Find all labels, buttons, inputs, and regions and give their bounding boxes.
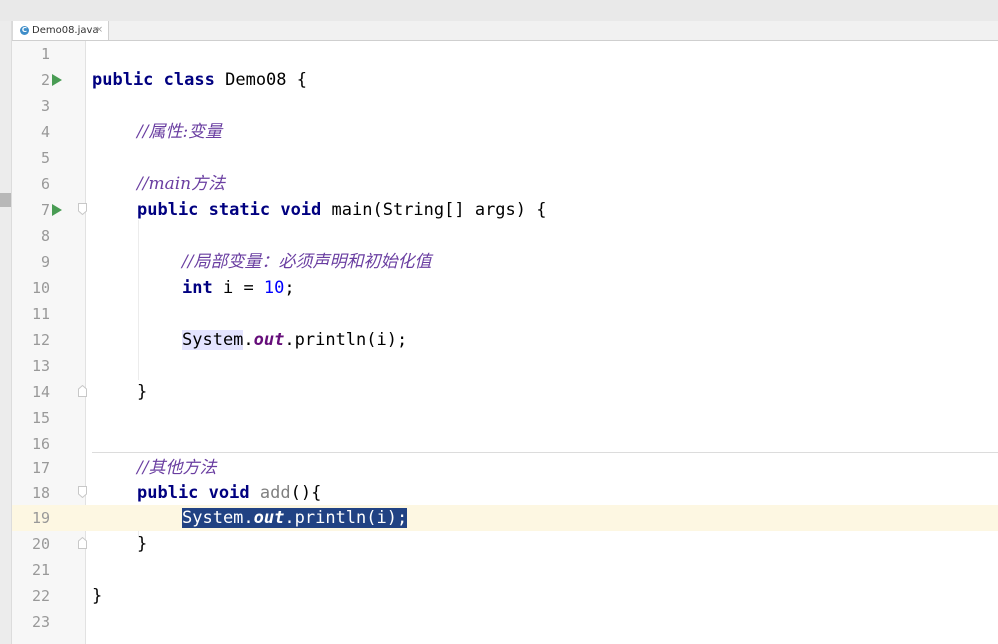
code-text: } bbox=[137, 534, 148, 554]
code-comment: //其他方法 bbox=[137, 458, 217, 478]
code-line[interactable]: 1 bbox=[12, 41, 998, 67]
code-line[interactable]: 13 bbox=[12, 353, 998, 379]
line-number: 22 bbox=[31, 587, 50, 605]
run-icon[interactable] bbox=[52, 204, 62, 216]
code-text: System.out.println(i); bbox=[182, 330, 408, 350]
line-number: 17 bbox=[31, 459, 50, 477]
code-text: public static void main(String[] args) { bbox=[137, 200, 547, 220]
tab-file-name: Demo08.java bbox=[32, 25, 99, 36]
line-number: 20 bbox=[31, 535, 50, 553]
line-number: 1 bbox=[40, 45, 50, 63]
code-text: } bbox=[137, 382, 148, 402]
code-line[interactable]: 12 System.out.println(i); bbox=[12, 327, 998, 353]
code-comment: //属性:变量 bbox=[137, 122, 223, 142]
line-number: 11 bbox=[31, 305, 50, 323]
code-text-selected[interactable]: System.out.println(i); bbox=[182, 505, 408, 531]
code-line[interactable]: 16 bbox=[12, 431, 998, 457]
code-line[interactable]: 21 bbox=[12, 557, 998, 583]
code-line[interactable]: 20 } bbox=[12, 531, 998, 557]
left-tool-strip bbox=[0, 21, 12, 644]
fold-end-icon[interactable] bbox=[78, 385, 87, 397]
code-comment: //main方法 bbox=[137, 174, 226, 194]
line-number: 23 bbox=[31, 613, 50, 631]
code-line[interactable]: 9 //局部变量：必须声明和初始化值 bbox=[12, 249, 998, 275]
line-number: 21 bbox=[31, 561, 50, 579]
window-title-strip bbox=[0, 0, 998, 22]
line-number: 4 bbox=[40, 123, 50, 141]
code-text: } bbox=[92, 586, 103, 606]
line-number: 8 bbox=[40, 227, 50, 245]
line-number: 5 bbox=[40, 149, 50, 167]
code-text: public void add(){ bbox=[137, 483, 322, 503]
line-number: 15 bbox=[31, 409, 50, 427]
fold-icon[interactable] bbox=[78, 486, 87, 498]
code-text: public class Demo08 { bbox=[92, 70, 307, 90]
code-line-current[interactable]: 19 System.out.println(i); bbox=[12, 505, 998, 531]
code-line[interactable]: 15 bbox=[12, 405, 998, 431]
code-line[interactable]: 6 //main方法 bbox=[12, 171, 998, 197]
tool-window-marker[interactable] bbox=[0, 193, 11, 207]
line-number: 6 bbox=[40, 175, 50, 193]
code-line[interactable]: 22 } bbox=[12, 583, 998, 609]
line-number: 12 bbox=[31, 331, 50, 349]
code-line[interactable]: 5 bbox=[12, 145, 998, 171]
code-line[interactable]: 3 bbox=[12, 93, 998, 119]
line-number: 3 bbox=[40, 97, 50, 115]
code-line[interactable]: 7 public static void main(String[] args)… bbox=[12, 197, 998, 223]
line-number: 2 bbox=[40, 71, 50, 89]
code-line[interactable]: 11 bbox=[12, 301, 998, 327]
code-text: int i = 10; bbox=[182, 278, 295, 298]
code-line[interactable]: 2 public class Demo08 { bbox=[12, 67, 998, 93]
line-number: 9 bbox=[40, 253, 50, 271]
fold-end-icon[interactable] bbox=[78, 537, 87, 549]
code-line[interactable]: 4 //属性:变量 bbox=[12, 119, 998, 145]
line-number: 10 bbox=[31, 279, 50, 297]
line-number: 13 bbox=[31, 357, 50, 375]
line-number: 16 bbox=[31, 435, 50, 453]
fold-icon[interactable] bbox=[78, 203, 87, 215]
close-icon[interactable]: × bbox=[95, 21, 103, 40]
code-line[interactable]: 17 //其他方法 bbox=[12, 455, 998, 481]
tab-demo08-java[interactable]: C Demo08.java × bbox=[12, 21, 109, 40]
code-line[interactable]: 10 int i = 10; bbox=[12, 275, 998, 301]
code-line[interactable]: 14 } bbox=[12, 379, 998, 405]
line-number: 19 bbox=[31, 509, 50, 527]
java-class-icon: C bbox=[20, 26, 29, 35]
code-comment: //局部变量：必须声明和初始化值 bbox=[182, 252, 432, 272]
code-line[interactable]: 23 bbox=[12, 609, 998, 635]
run-icon[interactable] bbox=[52, 74, 62, 86]
code-line[interactable]: 8 bbox=[12, 223, 998, 249]
code-line[interactable]: 18 public void add(){ bbox=[12, 480, 998, 506]
editor-tab-bar bbox=[0, 21, 998, 41]
line-number: 18 bbox=[31, 484, 50, 502]
line-number: 14 bbox=[31, 383, 50, 401]
line-number: 7 bbox=[40, 201, 50, 219]
